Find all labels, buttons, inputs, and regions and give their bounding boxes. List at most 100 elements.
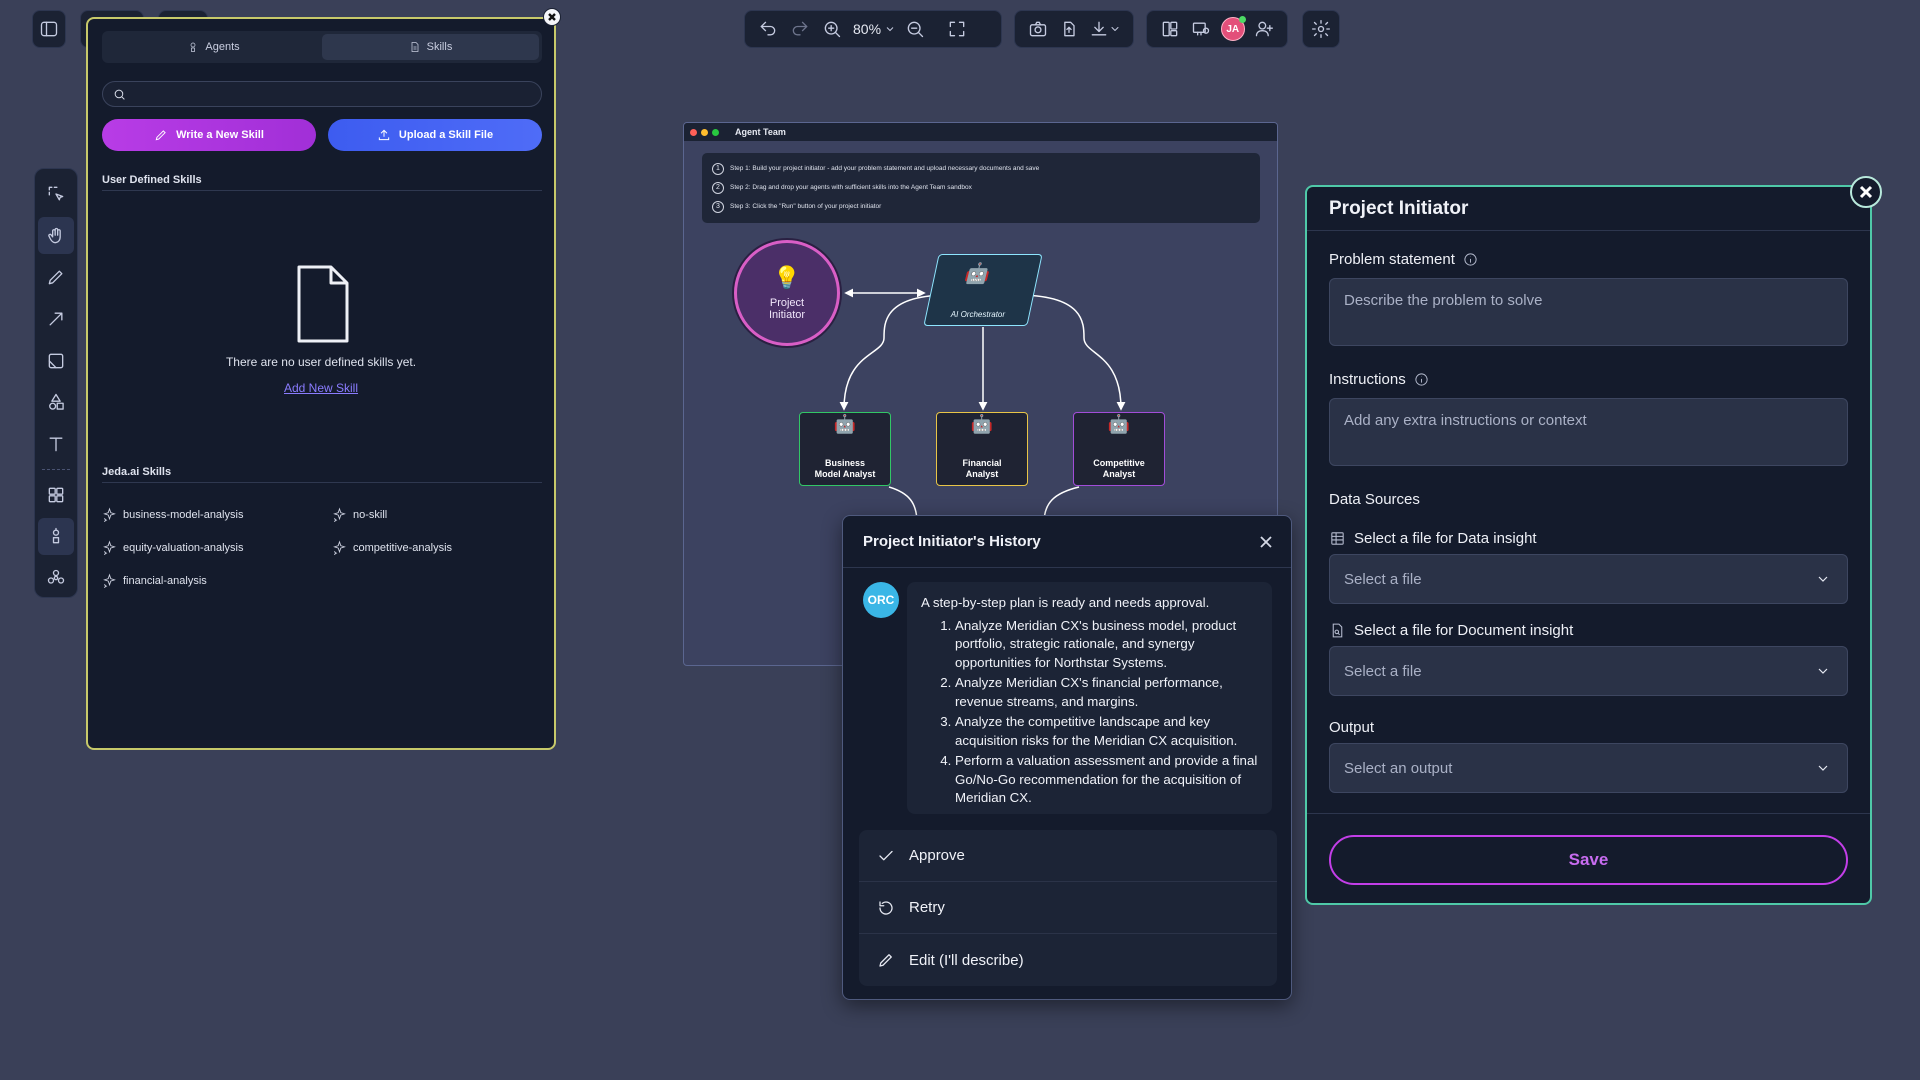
orchestrator-label: AI Orchestrator xyxy=(950,310,1005,319)
upload-skill-file-label: Upload a Skill File xyxy=(398,129,494,141)
document-icon xyxy=(411,42,419,52)
skill-item[interactable]: financial-analysis xyxy=(102,573,207,588)
online-status-dot xyxy=(1238,16,1246,23)
skill-name: business-model-analysis xyxy=(123,508,244,521)
project-initiator-close-button[interactable] xyxy=(1850,176,1882,208)
fit-screen-icon[interactable] xyxy=(942,14,972,44)
check-icon xyxy=(879,850,893,860)
pencil-icon xyxy=(155,130,166,141)
edit-button[interactable]: Edit (I'll describe) xyxy=(859,934,1277,986)
settings-button[interactable] xyxy=(1302,10,1340,48)
agent-label-line1: Competitive xyxy=(1093,458,1145,468)
skills-panel-close-button[interactable] xyxy=(543,8,561,26)
lightbulb-icon: 💡 xyxy=(773,265,801,290)
tool-rail xyxy=(34,168,78,598)
document-search-icon xyxy=(1332,623,1343,638)
text-tool-icon[interactable] xyxy=(38,425,74,463)
problem-statement-input[interactable] xyxy=(1329,278,1848,346)
skill-item[interactable]: equity-valuation-analysis xyxy=(102,540,243,555)
templates-tool-icon[interactable] xyxy=(38,476,74,514)
download-icon[interactable] xyxy=(1086,14,1125,44)
search-input[interactable] xyxy=(132,87,532,101)
sidebar-toggle-button[interactable] xyxy=(32,10,66,48)
camera-icon[interactable] xyxy=(1023,14,1052,44)
data-insight-select[interactable]: Select a file xyxy=(1329,554,1848,604)
panel-divider xyxy=(1307,813,1870,814)
sticky-note-tool-icon[interactable] xyxy=(38,342,74,380)
skills-panel: Agents Skills Write a New Skill Upload a… xyxy=(86,17,556,750)
layout-panels-icon[interactable] xyxy=(1155,14,1185,44)
select-tool-icon[interactable] xyxy=(38,175,74,213)
financial-analyst-node[interactable]: 🤖 Financial Analyst xyxy=(936,412,1028,486)
zoom-in-icon[interactable] xyxy=(817,14,847,44)
pencil-tool-icon[interactable] xyxy=(38,258,74,296)
avatar-initials: JA xyxy=(1226,23,1240,35)
output-select[interactable]: Select an output xyxy=(1329,743,1848,793)
upload-icon xyxy=(378,129,390,141)
skill-item[interactable]: no-skill xyxy=(332,507,387,522)
sparkle-icon xyxy=(103,573,116,588)
skill-name: competitive-analysis xyxy=(353,541,453,554)
tab-agents-label: Agents xyxy=(205,41,240,53)
integrations-tool-icon[interactable] xyxy=(38,559,74,597)
undo-icon[interactable] xyxy=(753,14,783,44)
instructions-input[interactable] xyxy=(1329,398,1848,466)
business-model-analyst-node[interactable]: 🤖 Business Model Analyst xyxy=(799,412,891,486)
redo-icon[interactable] xyxy=(785,14,815,44)
user-avatar[interactable]: JA xyxy=(1218,14,1248,44)
competitive-analyst-node[interactable]: 🤖 Competitive Analyst xyxy=(1073,412,1165,486)
sparkle-icon xyxy=(103,507,116,522)
spreadsheet-icon xyxy=(1331,532,1344,545)
plan-actions: Approve Retry Edit (I'll describe) xyxy=(859,830,1277,986)
ai-orchestrator-node[interactable]: 🤖 AI Orchestrator xyxy=(923,254,1043,326)
chevron-down-icon xyxy=(1111,27,1119,31)
sparkle-icon xyxy=(333,507,346,522)
zoom-level-value: 80% xyxy=(853,21,882,37)
agent-label-line2: Analyst xyxy=(1102,469,1136,479)
skill-item[interactable]: business-model-analysis xyxy=(102,507,243,522)
info-icon[interactable] xyxy=(1463,252,1478,267)
hand-tool-icon[interactable] xyxy=(38,216,74,255)
jeda-skills-title: Jeda.ai Skills xyxy=(102,466,172,478)
rail-divider xyxy=(42,468,70,470)
write-new-skill-button[interactable]: Write a New Skill xyxy=(102,119,316,151)
add-user-icon[interactable] xyxy=(1250,14,1280,44)
add-new-skill-link[interactable]: Add New Skill xyxy=(88,381,554,395)
plan-message: A step-by-step plan is ready and needs a… xyxy=(907,582,1272,814)
upload-skill-file-button[interactable]: Upload a Skill File xyxy=(328,119,542,151)
close-icon[interactable] xyxy=(1259,535,1273,549)
initiator-label-line1: Project xyxy=(769,297,805,309)
tab-agents[interactable]: Agents xyxy=(105,34,322,60)
close-icon xyxy=(548,13,556,21)
document-insight-select[interactable]: Select a file xyxy=(1329,646,1848,696)
view-toolbar: 80% xyxy=(744,10,1002,48)
tab-skills[interactable]: Skills xyxy=(322,34,539,60)
document-insight-label: Select a file for Document insight xyxy=(1329,622,1573,639)
skills-panel-tabs: Agents Skills xyxy=(102,31,542,63)
share-upload-icon[interactable] xyxy=(1054,14,1083,44)
approve-button[interactable]: Approve xyxy=(859,830,1277,882)
agent-tool-icon[interactable] xyxy=(38,517,74,556)
info-icon[interactable] xyxy=(1414,372,1429,387)
zoom-level-select[interactable]: 80% xyxy=(849,21,898,37)
zoom-out-icon[interactable] xyxy=(900,14,930,44)
plan-step: Perform a valuation assessment and provi… xyxy=(955,752,1258,808)
user-defined-skills-title: User Defined Skills xyxy=(102,174,202,186)
project-initiator-node[interactable]: 💡 Project Initiator xyxy=(734,240,840,346)
sparkle-icon xyxy=(333,540,346,555)
close-icon xyxy=(1859,185,1873,199)
output-value: Select an output xyxy=(1344,759,1453,777)
agent-icon xyxy=(191,42,196,52)
edit-label: Edit (I'll describe) xyxy=(909,951,1024,969)
plan-list: Analyze Meridian CX's business model, pr… xyxy=(921,617,1258,808)
empty-skills-message: There are no user defined skills yet. xyxy=(225,355,417,369)
present-icon[interactable] xyxy=(1187,14,1217,44)
arrow-tool-icon[interactable] xyxy=(38,300,74,338)
history-header: Project Initiator's History xyxy=(843,516,1291,568)
gear-icon xyxy=(1306,14,1336,44)
save-button[interactable]: Save xyxy=(1329,835,1848,885)
panel-title: Project Initiator xyxy=(1307,187,1870,231)
retry-button[interactable]: Retry xyxy=(859,882,1277,934)
shapes-tool-icon[interactable] xyxy=(38,384,74,422)
skill-item[interactable]: competitive-analysis xyxy=(332,540,452,555)
